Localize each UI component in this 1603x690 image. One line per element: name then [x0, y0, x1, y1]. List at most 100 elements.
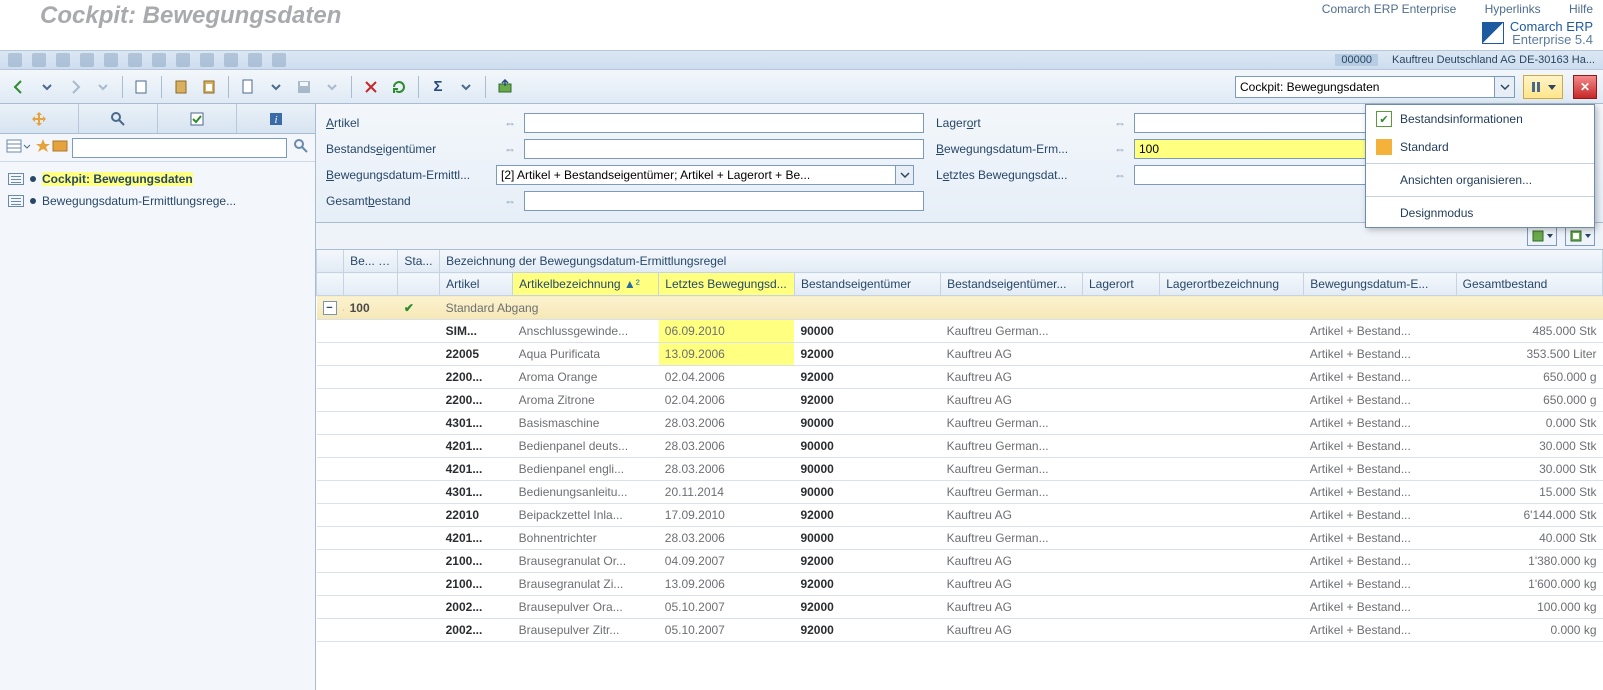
- cell-regel: Artikel + Bestand...: [1304, 550, 1456, 573]
- input-artikel[interactable]: [524, 113, 924, 133]
- ctx-icon[interactable]: [32, 53, 46, 67]
- col-bestandseig[interactable]: Bestandseigentümer: [794, 273, 940, 296]
- table-row[interactable]: 2200...Aroma Orange02.04.200692000Kauftr…: [317, 366, 1603, 389]
- settings-button[interactable]: [1523, 75, 1563, 99]
- input-gesamt[interactable]: [524, 191, 924, 211]
- chevron-down-icon[interactable]: [1495, 76, 1515, 98]
- col-lagerort[interactable]: Lagerort: [1083, 273, 1160, 296]
- ctx-icon[interactable]: [56, 53, 70, 67]
- delete-button[interactable]: [358, 74, 384, 100]
- view-combo[interactable]: [1235, 76, 1515, 98]
- ctx-icon[interactable]: [152, 53, 166, 67]
- col-gesamt[interactable]: Gesamtbestand: [1456, 273, 1602, 296]
- col-bestandseig-bez[interactable]: Bestandseigentümer...: [941, 273, 1083, 296]
- ctx-icon[interactable]: [248, 53, 262, 67]
- back-button[interactable]: [6, 74, 32, 100]
- ctx-icon[interactable]: [8, 53, 22, 67]
- star-icon[interactable]: [35, 138, 49, 152]
- collapse-icon[interactable]: −: [323, 301, 337, 315]
- grid-tool-2[interactable]: [1565, 226, 1595, 246]
- list-icon[interactable]: [6, 138, 20, 152]
- close-button[interactable]: ✕: [1573, 75, 1597, 99]
- chevron-down-icon[interactable]: [23, 140, 31, 154]
- col-lagerort-bez[interactable]: Lagerortbezeichnung: [1160, 273, 1304, 296]
- nav-tab-check[interactable]: [158, 104, 237, 133]
- col-status[interactable]: Sta...: [398, 250, 440, 273]
- link-erp[interactable]: Comarch ERP Enterprise: [1322, 2, 1457, 16]
- clipboard-button[interactable]: [196, 74, 222, 100]
- ctx-icon[interactable]: [176, 53, 190, 67]
- forward-button[interactable]: [62, 74, 88, 100]
- ctx-icon[interactable]: [80, 53, 94, 67]
- table-row[interactable]: 4201...Bedienpanel deuts...28.03.2006900…: [317, 435, 1603, 458]
- chevron-down-icon[interactable]: [896, 165, 914, 185]
- resize-icon[interactable]: ⇔: [504, 194, 516, 208]
- sum-dd-button[interactable]: [453, 74, 479, 100]
- refresh-button[interactable]: [386, 74, 412, 100]
- forward-dd-button[interactable]: [90, 74, 116, 100]
- table-row[interactable]: 2100...Brausegranulat Or...04.09.2007920…: [317, 550, 1603, 573]
- cell-regel: Artikel + Bestand...: [1304, 389, 1456, 412]
- resize-icon[interactable]: ⇔: [504, 142, 516, 156]
- table-row[interactable]: 4201...Bohnentrichter28.03.200690000Kauf…: [317, 527, 1603, 550]
- table-row[interactable]: 2002...Brausepulver Zitr...05.10.2007920…: [317, 619, 1603, 642]
- table-row[interactable]: 2100...Brausegranulat Zi...13.09.2006920…: [317, 573, 1603, 596]
- ctx-icon[interactable]: [104, 53, 118, 67]
- cell-artikel: 4201...: [440, 458, 513, 481]
- ctx-icon[interactable]: [128, 53, 142, 67]
- sum-button[interactable]: Σ: [425, 74, 451, 100]
- col-expand[interactable]: [317, 250, 344, 273]
- table-row[interactable]: 2002...Brausepulver Ora...05.10.20079200…: [317, 596, 1603, 619]
- cell-total: 1'380.000 kg: [1456, 550, 1602, 573]
- paste-button[interactable]: [168, 74, 194, 100]
- cell-owner-name: Kauftreu German...: [941, 435, 1083, 458]
- export-button[interactable]: [492, 74, 518, 100]
- table-row[interactable]: SIM...Anschlussgewinde...06.09.201090000…: [317, 320, 1603, 343]
- group-row[interactable]: − 100 ✔ Standard Abgang: [317, 296, 1603, 320]
- ctx-icon[interactable]: [224, 53, 238, 67]
- resize-icon[interactable]: ⇔: [504, 116, 516, 130]
- nav-tab-search[interactable]: [79, 104, 158, 133]
- card-icon[interactable]: [52, 138, 66, 152]
- resize-icon[interactable]: ⇔: [1114, 168, 1126, 182]
- save-dd-button[interactable]: [319, 74, 345, 100]
- col-bew-regel[interactable]: Bewegungsdatum-E...: [1304, 273, 1456, 296]
- ctx-icon[interactable]: [200, 53, 214, 67]
- table-row[interactable]: 4301...Basismaschine28.03.200690000Kauft…: [317, 412, 1603, 435]
- col-artikel[interactable]: Artikel: [440, 273, 513, 296]
- grid[interactable]: Be... ▲¹ Sta... Bezeichnung der Bewegung…: [316, 249, 1603, 690]
- tree-item-cockpit[interactable]: Cockpit: Bewegungsdaten: [4, 168, 311, 190]
- resize-icon[interactable]: ⇔: [1114, 142, 1126, 156]
- view-combo-input[interactable]: [1235, 76, 1495, 98]
- link-help[interactable]: Hilfe: [1569, 2, 1593, 16]
- back-dd-button[interactable]: [34, 74, 60, 100]
- new-button[interactable]: [129, 74, 155, 100]
- doc-dd-button[interactable]: [263, 74, 289, 100]
- ctx-icon[interactable]: [272, 53, 286, 67]
- resize-icon[interactable]: ⇔: [1114, 116, 1126, 130]
- menu-item-design[interactable]: Designmodus: [1366, 199, 1594, 227]
- col-rule[interactable]: Bezeichnung der Bewegungsdatum-Ermittlun…: [440, 250, 1603, 273]
- search-icon[interactable]: [293, 138, 309, 157]
- menu-item-standard[interactable]: Standard: [1366, 133, 1594, 161]
- grid-tool-1[interactable]: [1527, 226, 1557, 246]
- col-artikelbez[interactable]: Artikelbezeichnung ▲²: [513, 273, 659, 296]
- menu-item-bestand[interactable]: Bestandsinformationen: [1366, 105, 1594, 133]
- tree-item-regel[interactable]: Bewegungsdatum-Ermittlungsrege...: [4, 190, 311, 212]
- save-button[interactable]: [291, 74, 317, 100]
- table-row[interactable]: 2200...Aroma Zitrone02.04.200692000Kauft…: [317, 389, 1603, 412]
- input-bestandseig[interactable]: [524, 139, 924, 159]
- input-bew-regel[interactable]: [496, 165, 896, 185]
- table-row[interactable]: 4201...Bedienpanel engli...28.03.2006900…: [317, 458, 1603, 481]
- doc-button[interactable]: [235, 74, 261, 100]
- nav-tab-move[interactable]: [0, 104, 79, 133]
- col-letztes-datum[interactable]: Letztes Bewegungsd...: [659, 273, 795, 296]
- nav-search-input[interactable]: [72, 138, 287, 158]
- table-row[interactable]: 22005Aqua Purificata13.09.200692000Kauft…: [317, 343, 1603, 366]
- nav-tab-info[interactable]: i: [237, 104, 315, 133]
- table-row[interactable]: 22010Beipackzettel Inla...17.09.20109200…: [317, 504, 1603, 527]
- link-hyperlinks[interactable]: Hyperlinks: [1485, 2, 1541, 16]
- menu-item-organize[interactable]: Ansichten organisieren...: [1366, 166, 1594, 194]
- col-be[interactable]: Be... ▲¹: [344, 250, 398, 273]
- table-row[interactable]: 4301...Bedienungsanleitu...20.11.2014900…: [317, 481, 1603, 504]
